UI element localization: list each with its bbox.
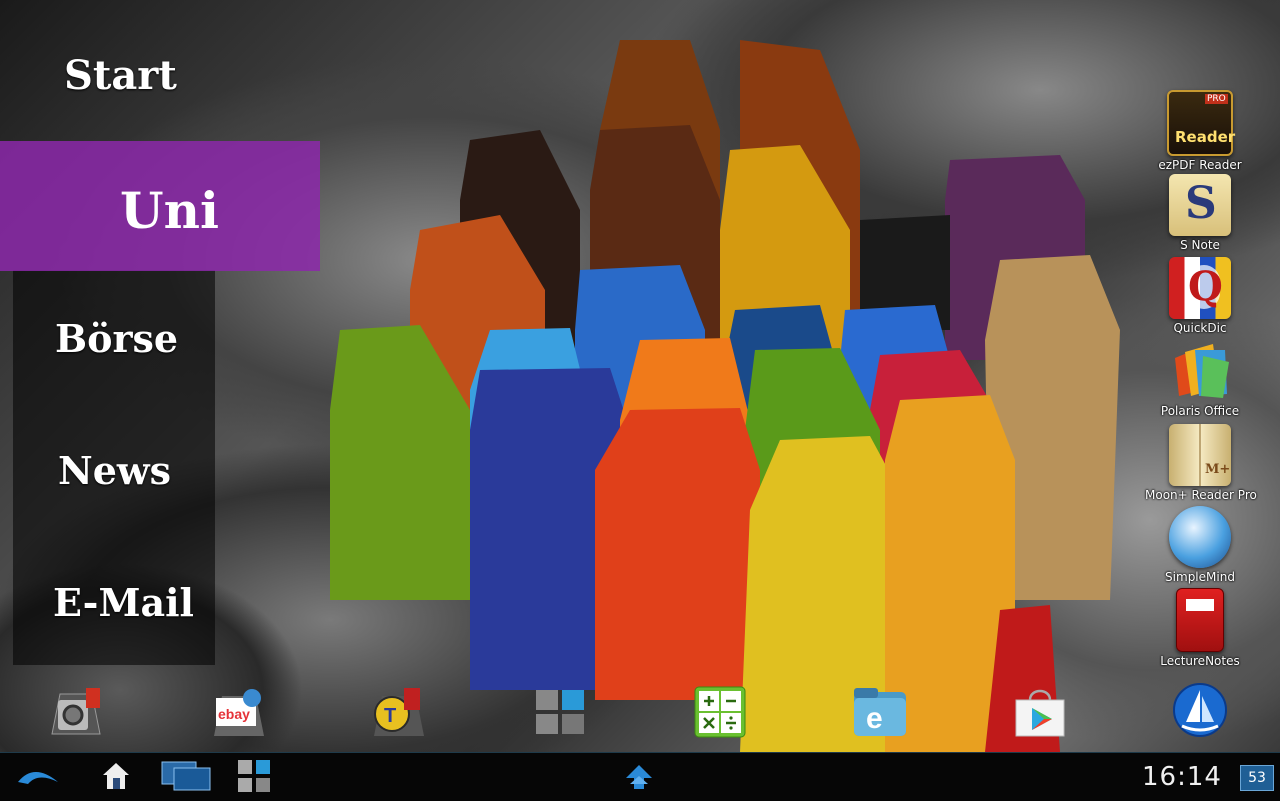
menu-item-email[interactable]: E-Mail: [53, 580, 194, 625]
ebay-app-icon[interactable]: ebay: [210, 686, 266, 738]
moon-reader-icon: M+: [1169, 424, 1231, 486]
home-icon[interactable]: [100, 760, 132, 792]
app-quickdic[interactable]: Q QuickDic: [1145, 257, 1255, 335]
app-drawer-up-icon[interactable]: [624, 762, 654, 794]
ezpdf-reader-icon: PRO Reader: [1167, 90, 1235, 156]
app-simplemind[interactable]: SimpleMind: [1145, 506, 1255, 584]
boat-browser-app-icon[interactable]: [1172, 682, 1228, 737]
file-manager-app-icon[interactable]: e: [852, 686, 908, 738]
widget-app-icon[interactable]: [532, 686, 588, 738]
menu-item-uni[interactable]: Uni: [120, 181, 219, 240]
app-s-note[interactable]: S S Note: [1145, 174, 1255, 252]
calculator-app-icon[interactable]: [694, 686, 750, 738]
svg-text:e: e: [866, 702, 883, 735]
svg-text:ebay: ebay: [218, 706, 250, 722]
menu-item-start[interactable]: Start: [64, 52, 177, 99]
menu-item-news[interactable]: News: [58, 448, 171, 493]
play-store-app-icon[interactable]: [1012, 686, 1068, 738]
svg-text:T: T: [384, 705, 396, 727]
lecturenotes-icon: [1176, 588, 1224, 652]
quickdic-icon: Q: [1169, 257, 1231, 319]
menu-item-boerse[interactable]: Börse: [55, 316, 178, 361]
app-ezpdf-reader[interactable]: PRO Reader ezPDF Reader: [1145, 90, 1255, 172]
simplemind-icon: [1169, 506, 1231, 568]
app-lecturenotes[interactable]: LectureNotes: [1145, 588, 1255, 668]
settings-app-icon[interactable]: [48, 686, 104, 738]
battery-indicator: 53: [1240, 765, 1274, 791]
titanium-app-icon[interactable]: T: [370, 686, 426, 738]
app-moon-reader[interactable]: M+ Moon+ Reader Pro: [1145, 424, 1257, 502]
launcher-grid-icon[interactable]: [236, 758, 272, 792]
status-clock: 16:14: [1142, 762, 1222, 792]
s-note-icon: S: [1169, 174, 1231, 236]
recent-apps-icon[interactable]: [160, 760, 214, 792]
polaris-office-icon: [1169, 340, 1231, 402]
back-icon[interactable]: [14, 760, 62, 792]
app-polaris-office[interactable]: Polaris Office: [1145, 340, 1255, 418]
